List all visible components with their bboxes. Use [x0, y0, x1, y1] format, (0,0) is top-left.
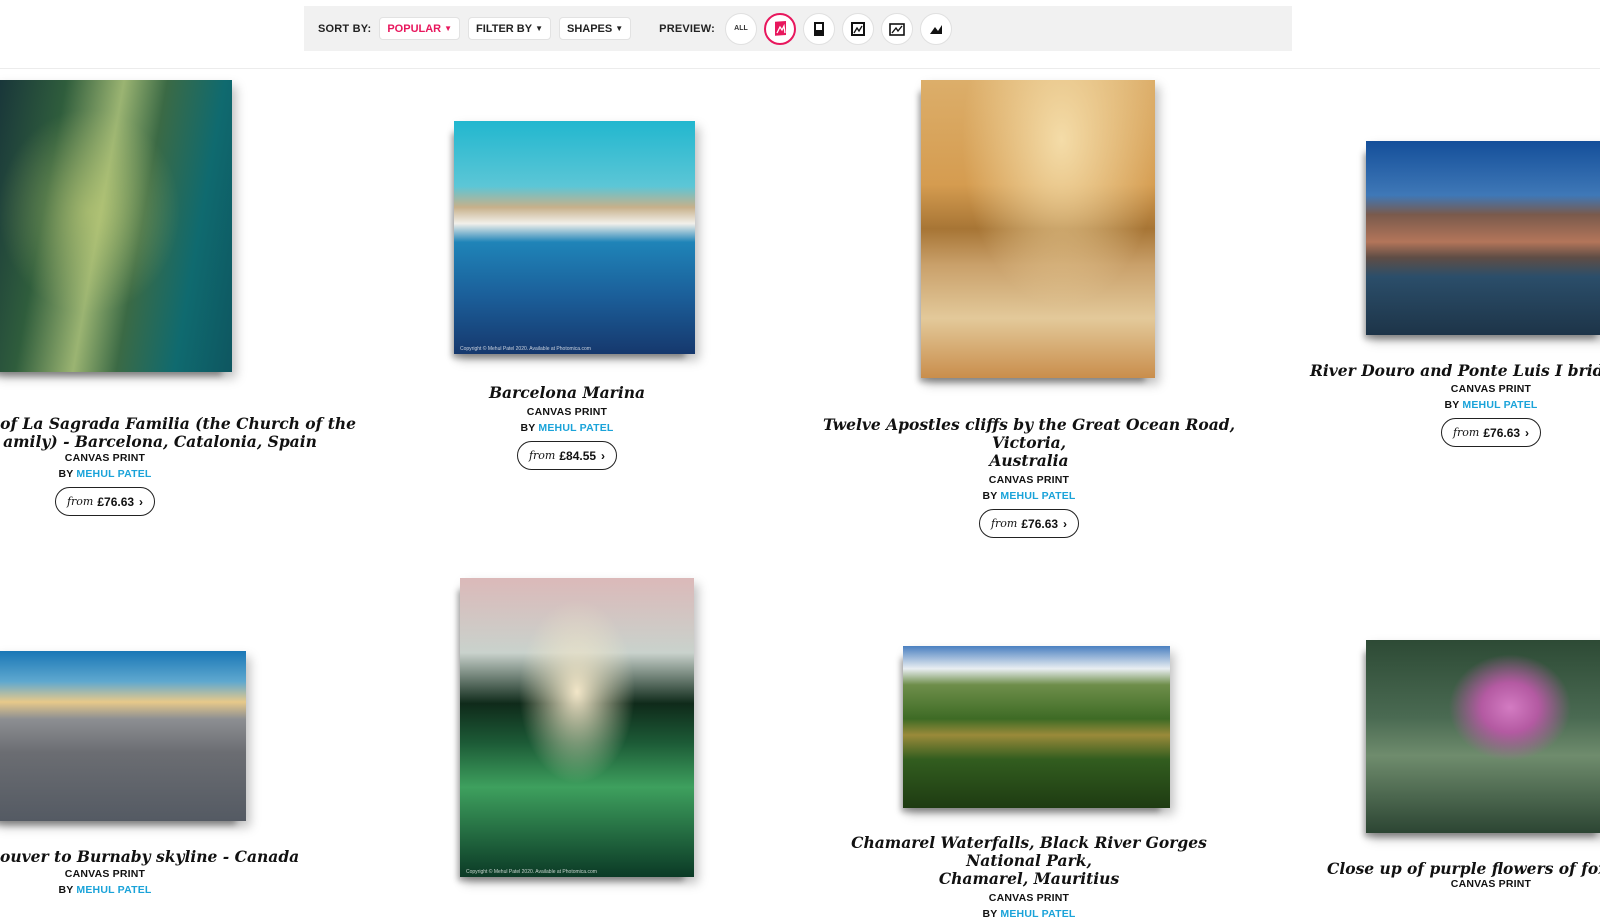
portrait-canvas-icon: [774, 20, 786, 36]
product-title[interactable]: Barcelona Marina: [417, 384, 717, 402]
product-byline: BY MEHUL PATEL: [0, 884, 210, 896]
product-byline: BY MEHUL PATEL: [819, 908, 1239, 920]
product-type: CANVAS PRINT: [64, 452, 146, 464]
artist-link[interactable]: MEHUL PATEL: [1462, 399, 1537, 411]
artist-link[interactable]: MEHUL PATEL: [1000, 908, 1075, 920]
product-title[interactable]: Chamarel Waterfalls, Black River Gorges …: [819, 834, 1239, 888]
caret-down-icon: ▼: [615, 24, 624, 33]
header-divider: [0, 68, 1600, 69]
product-image[interactable]: [1366, 640, 1600, 833]
preview-label: PREVIEW:: [659, 22, 715, 35]
price-button[interactable]: from £76.63 ›: [54, 487, 156, 516]
product-title-line: Chamarel Waterfalls, Black River Gorges …: [851, 833, 1207, 870]
preview-portrait-button[interactable]: [763, 12, 796, 45]
sort-dropdown[interactable]: POPULAR ▼: [379, 17, 461, 40]
byline-prefix: BY: [982, 490, 998, 502]
product-byline: BY MEHUL PATEL: [819, 490, 1239, 502]
byline-prefix: BY: [520, 422, 536, 434]
chevron-right-icon: ›: [1525, 425, 1530, 440]
product-byline: BY MEHUL PATEL: [1396, 399, 1586, 411]
product-image[interactable]: Copyright © Mehul Patel 2020. Available …: [454, 121, 695, 354]
tall-canvas-icon: [813, 21, 824, 36]
product-info: ade of La Sagrada Familia (the Church of…: [0, 415, 360, 451]
product-meta: CANVAS PRINT: [1396, 876, 1586, 890]
product-image[interactable]: [921, 80, 1155, 378]
product-type: CANVAS PRINT: [526, 406, 608, 418]
product-title-line: Twelve Apostles cliffs by the Great Ocea…: [822, 415, 1236, 452]
preview-tall-button[interactable]: [802, 12, 835, 45]
price-from: from: [528, 449, 556, 462]
landscape-canvas-icon: [889, 22, 905, 36]
product-title[interactable]: River Douro and Ponte Luis I bridge - Po: [1310, 362, 1600, 380]
product-meta: CANVAS PRINT BY MEHUL PATEL: [0, 866, 210, 896]
product-image[interactable]: [1366, 141, 1600, 335]
price-amount: £76.63: [1483, 425, 1521, 440]
product-image[interactable]: Copyright © Mehul Patel 2020. Available …: [460, 578, 694, 877]
preview-square-button[interactable]: [841, 12, 874, 45]
image-copyright: Copyright © Mehul Patel 2020. Available …: [460, 346, 591, 352]
preview-landscape-button[interactable]: [880, 12, 913, 45]
artist-link[interactable]: MEHUL PATEL: [538, 422, 613, 434]
product-info: Barcelona Marina CANVAS PRINT BY MEHUL P…: [417, 384, 717, 470]
image-copyright: Copyright © Mehul Patel 2020. Available …: [466, 869, 597, 875]
caret-down-icon: ▼: [535, 24, 543, 33]
price-amount: £84.55: [559, 448, 597, 463]
chevron-right-icon: ›: [601, 448, 606, 463]
product-image[interactable]: [903, 646, 1170, 808]
artist-link[interactable]: MEHUL PATEL: [76, 468, 151, 480]
price-from: from: [66, 495, 94, 508]
price-button[interactable]: from £76.63 ›: [1440, 418, 1542, 447]
sort-filter-toolbar: SORT BY: POPULAR ▼ FILTER BY ▼ SHAPES ▼ …: [304, 6, 1292, 51]
product-byline: BY MEHUL PATEL: [0, 468, 210, 480]
sort-dropdown-value: POPULAR: [387, 22, 442, 35]
product-title[interactable]: ouver to Burnaby skyline - Canada: [0, 848, 300, 866]
sort-by-label: SORT BY:: [318, 22, 372, 35]
product-byline: BY MEHUL PATEL: [417, 422, 717, 434]
product-info: River Douro and Ponte Luis I bridge - Po: [1310, 362, 1600, 380]
product-info: Chamarel Waterfalls, Black River Gorges …: [819, 834, 1239, 920]
byline-prefix: BY: [58, 884, 74, 896]
product-image[interactable]: [0, 651, 246, 821]
preview-wide-button[interactable]: [919, 12, 952, 45]
price-from: from: [990, 517, 1018, 530]
product-info: Twelve Apostles cliffs by the Great Ocea…: [819, 416, 1239, 538]
chevron-right-icon: ›: [1063, 516, 1068, 531]
price-amount: £76.63: [1021, 516, 1059, 531]
artist-link[interactable]: MEHUL PATEL: [76, 884, 151, 896]
chevron-right-icon: ›: [139, 494, 144, 509]
filter-dropdown[interactable]: FILTER BY ▼: [468, 17, 551, 40]
byline-prefix: BY: [58, 468, 74, 480]
filter-dropdown-label: FILTER BY: [476, 22, 533, 35]
product-title[interactable]: ade of La Sagrada Familia (the Church of…: [0, 415, 360, 451]
caret-down-icon: ▼: [444, 24, 453, 33]
product-type: CANVAS PRINT: [988, 474, 1070, 486]
price-button[interactable]: from £84.55 ›: [516, 441, 618, 470]
product-meta: CANVAS PRINT BY MEHUL PATEL from £76.63 …: [0, 448, 210, 516]
product-type: CANVAS PRINT: [64, 868, 146, 880]
product-title-line: Chamarel, Mauritius: [938, 869, 1120, 888]
product-type: CANVAS PRINT: [1450, 878, 1532, 890]
product-title[interactable]: Twelve Apostles cliffs by the Great Ocea…: [819, 416, 1239, 470]
shapes-dropdown-label: SHAPES: [566, 22, 613, 35]
product-type: CANVAS PRINT: [1450, 383, 1532, 395]
product-image[interactable]: [0, 80, 232, 372]
shapes-dropdown[interactable]: SHAPES ▼: [558, 17, 632, 40]
wide-canvas-icon: [929, 24, 942, 34]
artist-link[interactable]: MEHUL PATEL: [1000, 490, 1075, 502]
preview-all-button[interactable]: ALL: [724, 12, 757, 45]
preview-all-text: ALL: [734, 25, 748, 32]
product-title-line: Australia: [989, 451, 1069, 470]
price-amount: £76.63: [97, 494, 135, 509]
price-button[interactable]: from £76.63 ›: [978, 509, 1080, 538]
price-from: from: [1452, 426, 1480, 439]
product-meta: CANVAS PRINT BY MEHUL PATEL from £76.63 …: [1396, 379, 1586, 447]
byline-prefix: BY: [982, 908, 998, 920]
product-title-line: ade of La Sagrada Familia (the Church of…: [0, 414, 356, 433]
square-canvas-icon: [850, 21, 865, 36]
product-type: CANVAS PRINT: [988, 892, 1070, 904]
product-info: ouver to Burnaby skyline - Canada: [0, 848, 300, 866]
byline-prefix: BY: [1444, 399, 1460, 411]
